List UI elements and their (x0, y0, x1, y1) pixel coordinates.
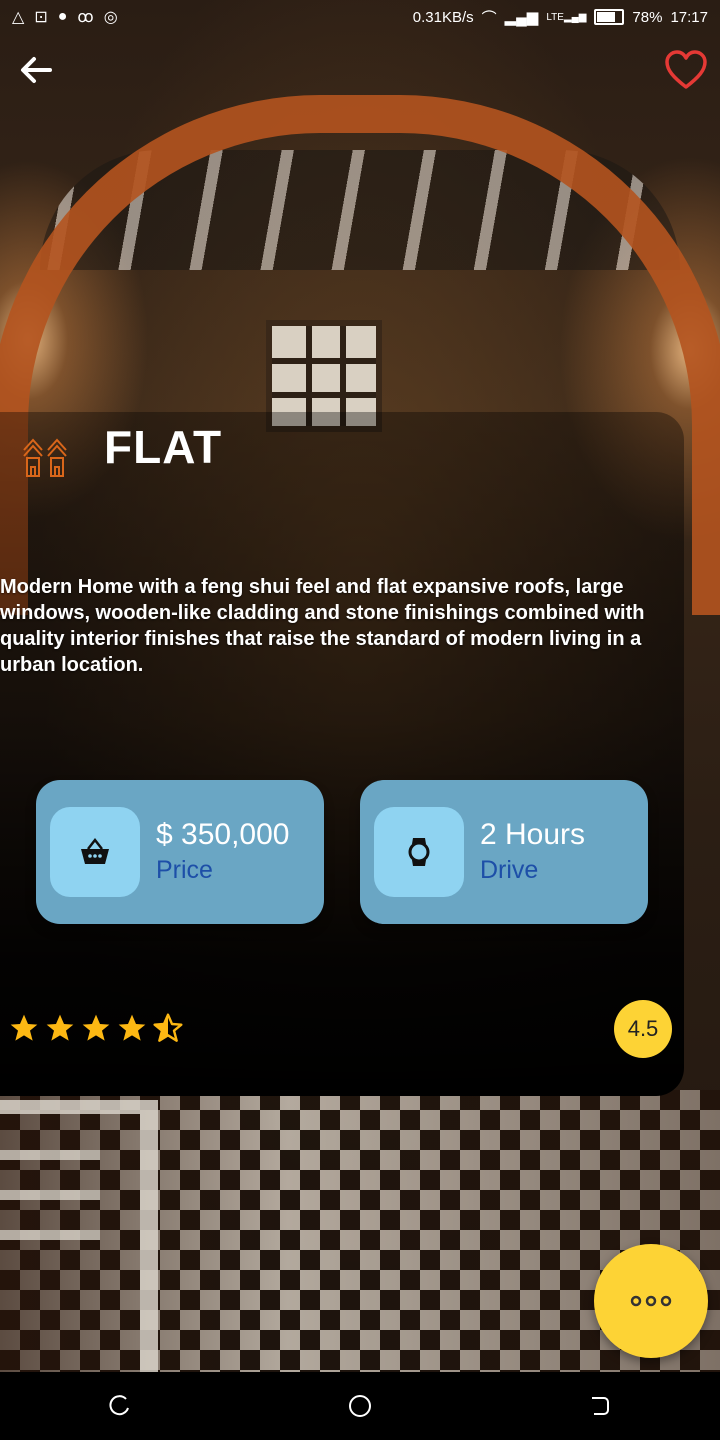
property-description: Modern Home with a feng shui feel and fl… (0, 576, 645, 676)
drive-card[interactable]: 2 Hours Drive (360, 780, 648, 924)
lte-label: LTE (546, 11, 564, 23)
recent-apps-icon (109, 1395, 129, 1416)
clock: 17:17 (670, 8, 708, 26)
price-label: Price (156, 856, 213, 884)
home-button[interactable] (330, 1376, 390, 1436)
price-value: $ 350,000 (156, 818, 290, 851)
screenshot-icon: ⊡ (34, 9, 48, 26)
rating-badge: 4.5 (614, 1000, 672, 1058)
drive-icon-box (374, 807, 464, 897)
status-bar: △ ⊡ ● ꝏ ◎ 0.31KB/s ⌒ ▂▄▆ LTE▂▄▆ 78% 17:1… (0, 0, 720, 34)
price-icon-box (50, 807, 140, 897)
warning-icon: △ (12, 9, 25, 26)
back-button[interactable] (10, 44, 62, 96)
status-icons-left: △ ⊡ ● ꝏ ◎ (12, 7, 118, 27)
drive-value: 2 Hours (480, 818, 586, 851)
arrow-left-icon (21, 57, 52, 83)
recent-apps-button[interactable] (90, 1376, 150, 1436)
star-full-icon (10, 1014, 38, 1041)
battery-level: 78% (632, 8, 663, 26)
star-full-icon (118, 1014, 146, 1041)
more-button[interactable] (594, 1244, 708, 1358)
drive-label: Drive (480, 856, 539, 884)
watch-icon (408, 838, 430, 866)
hotspot-icon: ⌒ (481, 9, 497, 27)
dot-icon: ● (57, 8, 68, 25)
price-card[interactable]: $ 350,000 Price (36, 780, 324, 924)
star-full-icon (82, 1014, 110, 1041)
battery-icon (594, 9, 625, 25)
star-rating (8, 1012, 184, 1044)
favorite-button[interactable] (660, 44, 712, 96)
home-circle-icon (349, 1395, 371, 1417)
signal-icon: ▂▄▆ (504, 9, 539, 26)
more-horizontal-icon (630, 1295, 672, 1307)
chair (0, 1100, 158, 1372)
chair-slats (0, 1150, 100, 1160)
property-card (0, 412, 684, 1096)
star-half-icon (153, 1013, 183, 1042)
network-speed: 0.31KB/s (412, 8, 474, 26)
star-full-icon (46, 1014, 74, 1041)
property-title: FLAT (104, 421, 223, 473)
incognito-icon: ꝏ (77, 9, 94, 26)
status-icons-right: 0.31KB/s ⌒ ▂▄▆ LTE▂▄▆ 78% 17:17 (413, 7, 708, 28)
shopping-basket-icon (81, 837, 109, 864)
system-nav-bar (0, 1372, 720, 1440)
nav-back-button[interactable] (570, 1376, 630, 1436)
nav-back-icon (592, 1397, 609, 1415)
lte-signal-icon: LTE▂▄▆ (546, 11, 587, 23)
sync-icon: ◎ (103, 9, 118, 26)
heart-outline-icon (665, 50, 707, 89)
houses-icon (22, 434, 68, 480)
